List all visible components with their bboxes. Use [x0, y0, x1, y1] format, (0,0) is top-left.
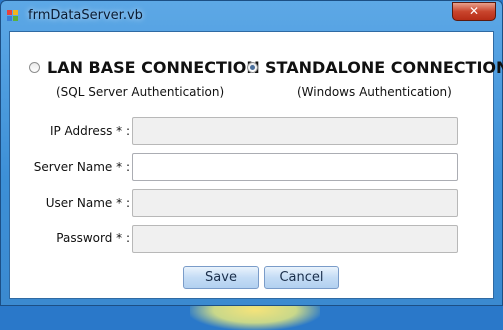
lan-connection-label: LAN BASE CONNECTION: [47, 58, 260, 77]
lan-auth-label: (SQL Server Authentication): [56, 85, 225, 99]
ip-address-field[interactable]: [132, 117, 458, 145]
server-name-field[interactable]: [132, 153, 458, 181]
standalone-auth-label: (Windows Authentication): [297, 85, 452, 99]
close-button[interactable]: ✕: [452, 2, 496, 21]
radio-button-lan[interactable]: [29, 62, 40, 73]
radio-button-standalone[interactable]: [247, 62, 258, 73]
window-title: frmDataServer.vb: [28, 8, 143, 23]
close-icon: ✕: [468, 4, 480, 18]
server-name-label: Server Name * :: [33, 160, 130, 174]
standalone-connection-label: STANDALONE CONNECTION: [265, 58, 503, 77]
user-name-field[interactable]: [132, 189, 458, 217]
form-icon: [7, 10, 21, 22]
ip-address-label: IP Address * :: [49, 124, 130, 138]
password-field[interactable]: [132, 225, 458, 253]
user-name-label: User Name * :: [45, 196, 130, 210]
dialog-window: frmDataServer.vb ✕ LAN BASE CONNECTION (…: [0, 0, 503, 306]
dialog-content: LAN BASE CONNECTION (SQL Server Authenti…: [9, 31, 503, 299]
cancel-button[interactable]: Cancel: [264, 266, 339, 289]
save-button[interactable]: Save: [183, 266, 259, 289]
title-bar[interactable]: frmDataServer.vb ✕: [1, 1, 502, 31]
password-label: Password * :: [56, 231, 130, 245]
